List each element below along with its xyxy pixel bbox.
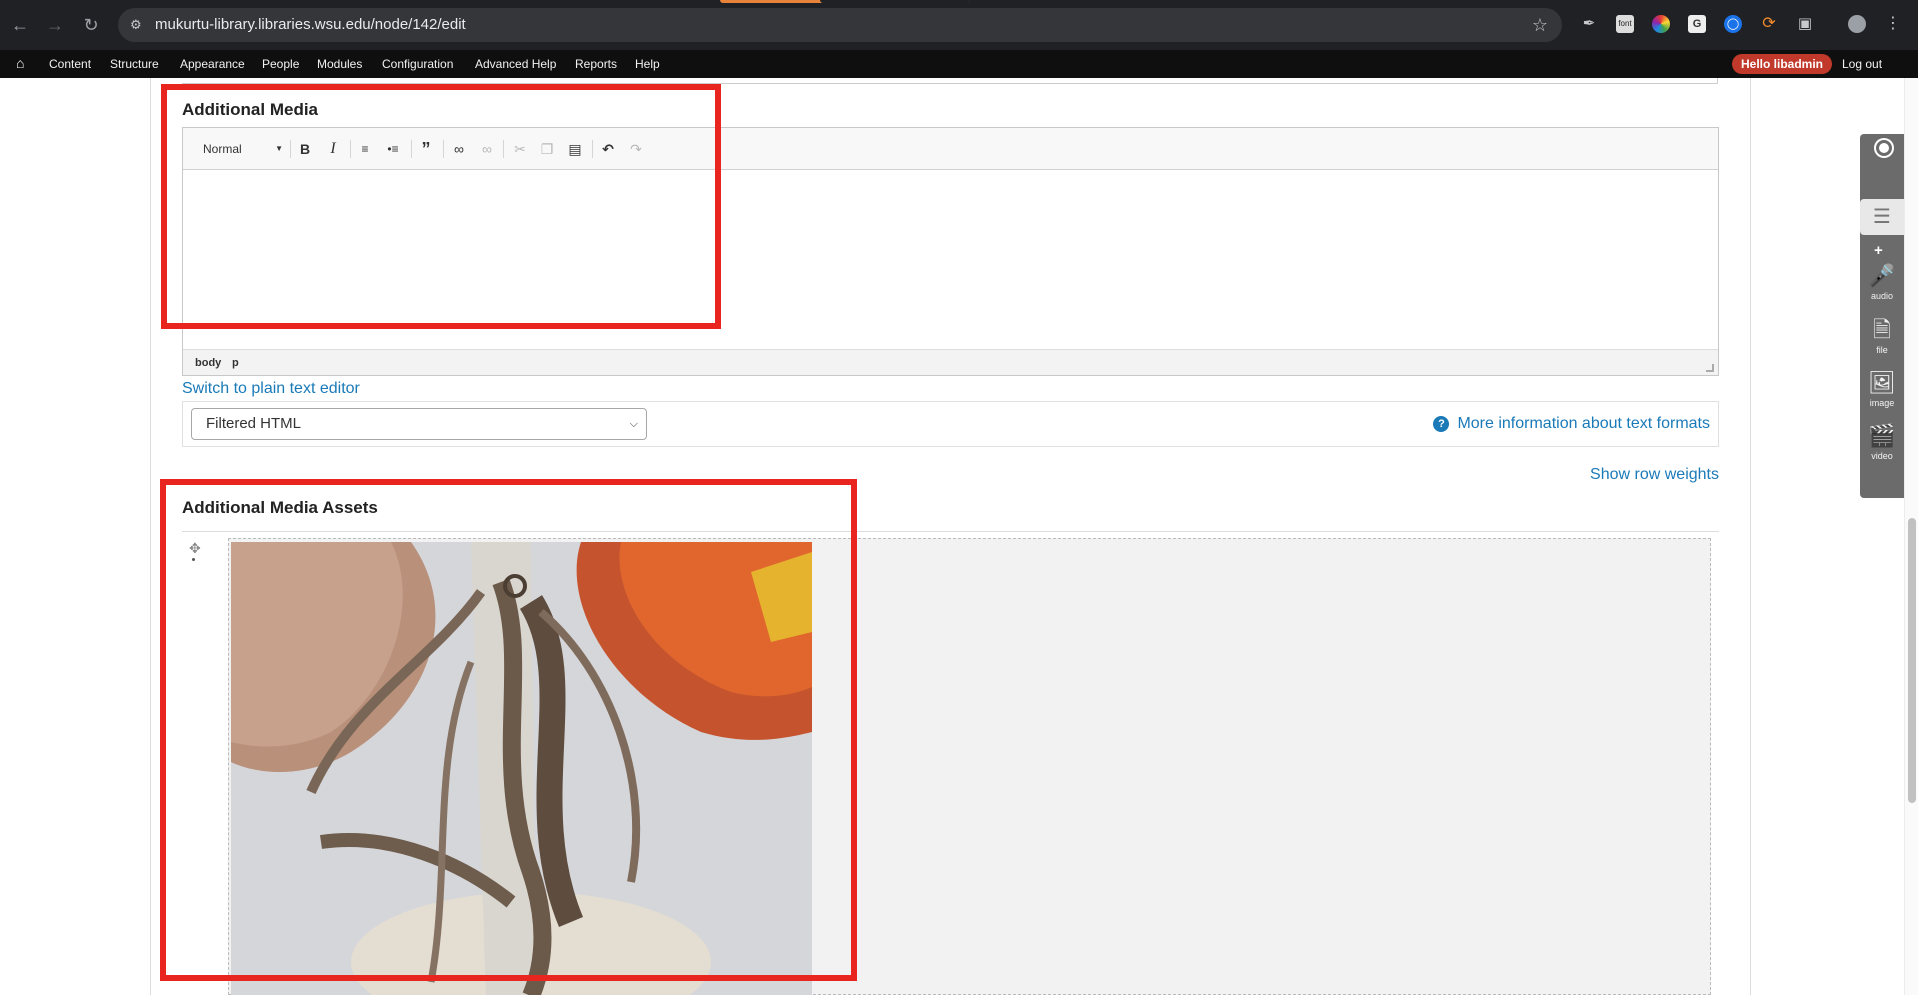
address-bar[interactable]: ⚙ mukurtu-library.libraries.wsu.edu/node… xyxy=(118,8,1562,42)
side-item-label: file xyxy=(1876,345,1888,355)
toolbar-item-content[interactable]: Content xyxy=(49,57,91,71)
text-format-wrapper: Filtered HTML ⌵ ? More information about … xyxy=(182,401,1719,447)
side-item-audio[interactable]: 🎤 audio xyxy=(1860,261,1904,311)
reload-icon[interactable]: ↻ xyxy=(80,14,102,36)
side-item-label: image xyxy=(1869,398,1895,408)
show-row-weights-link[interactable]: Show row weights xyxy=(1590,465,1719,485)
color-extension-icon[interactable] xyxy=(1652,15,1670,33)
text-format-value: Filtered HTML xyxy=(206,415,302,432)
back-icon[interactable]: ← xyxy=(9,14,31,36)
browser-toolbar: ← → ↻ ⚙ mukurtu-library.libraries.wsu.ed… xyxy=(0,0,1918,50)
toolbar-item-reports[interactable]: Reports xyxy=(575,57,617,71)
record-icon[interactable] xyxy=(1876,140,1892,156)
media-side-panel: ☰ + 🎤 audio 🗎 file 🖼 image 🎬 video xyxy=(1860,134,1904,498)
forward-icon[interactable]: → xyxy=(44,14,66,36)
side-item-video[interactable]: 🎬 video xyxy=(1860,421,1904,471)
toolbar-item-advanced-help[interactable]: Advanced Help xyxy=(475,57,556,71)
element-path-body[interactable]: body xyxy=(195,357,221,369)
element-path-p[interactable]: p xyxy=(232,357,239,369)
page-scrollbar[interactable] xyxy=(1904,78,1918,995)
toolbar-item-configuration[interactable]: Configuration xyxy=(382,57,453,71)
eyedropper-extension-icon[interactable]: ✒ xyxy=(1580,15,1598,33)
refresh-extension-icon[interactable]: ⟳ xyxy=(1760,15,1778,33)
side-item-label: video xyxy=(1871,451,1893,461)
help-question-icon: ? xyxy=(1433,416,1450,432)
more-info-text-formats-link[interactable]: ? More information about text formats xyxy=(1433,414,1710,434)
toolbar-item-appearance[interactable]: Appearance xyxy=(180,57,245,71)
toolbar-item-structure[interactable]: Structure xyxy=(110,57,159,71)
text-format-select[interactable]: Filtered HTML ⌵ xyxy=(191,408,647,440)
scrollbar-thumb[interactable] xyxy=(1908,518,1916,803)
g-extension-icon[interactable]: G xyxy=(1688,15,1706,33)
more-info-label: More information about text formats xyxy=(1457,415,1710,432)
logout-link[interactable]: Log out xyxy=(1842,57,1882,71)
list-view-icon[interactable]: ☰ xyxy=(1860,199,1904,235)
side-item-file[interactable]: 🗎 file xyxy=(1860,315,1904,365)
add-icon[interactable]: + xyxy=(1874,243,1883,258)
file-icon: 🗎 xyxy=(1873,317,1891,342)
highlight-box-media-assets xyxy=(160,479,857,981)
admin-toolbar: ⌂ Content Structure Appearance People Mo… xyxy=(0,50,1918,78)
side-item-image[interactable]: 🖼 image xyxy=(1860,368,1904,418)
user-greeting-badge[interactable]: Hello libadmin xyxy=(1732,54,1833,74)
side-item-label: audio xyxy=(1870,291,1894,301)
browser-menu-icon[interactable]: ⋮ xyxy=(1884,15,1902,33)
toolbar-item-modules[interactable]: Modules xyxy=(317,57,362,71)
resize-handle-icon[interactable] xyxy=(1706,364,1714,372)
toolbar-item-help[interactable]: Help xyxy=(635,57,660,71)
toolbar-item-people[interactable]: People xyxy=(262,57,299,71)
extensions-puzzle-icon[interactable]: ▣ xyxy=(1796,15,1814,33)
bookmark-star-icon[interactable]: ☆ xyxy=(1532,14,1548,36)
url-text: mukurtu-library.libraries.wsu.edu/node/1… xyxy=(155,16,466,33)
tab-gap xyxy=(820,0,970,3)
profile-avatar-icon[interactable] xyxy=(1848,15,1866,33)
editor-status-bar: body p xyxy=(183,349,1718,375)
video-clapper-icon: 🎬 xyxy=(1868,423,1896,448)
font-extension-icon[interactable]: font xyxy=(1616,15,1634,33)
microphone-icon: 🎤 xyxy=(1868,263,1896,288)
chevron-down-icon: ⌵ xyxy=(629,418,638,430)
image-icon: 🖼 xyxy=(1868,370,1896,395)
highlight-box-additional-media xyxy=(161,84,721,329)
site-settings-icon[interactable]: ⚙ xyxy=(130,17,146,33)
switch-to-plain-text-link[interactable]: Switch to plain text editor xyxy=(182,379,360,399)
home-icon[interactable]: ⌂ xyxy=(16,55,30,71)
password-extension-icon[interactable]: ◯ xyxy=(1724,15,1742,33)
